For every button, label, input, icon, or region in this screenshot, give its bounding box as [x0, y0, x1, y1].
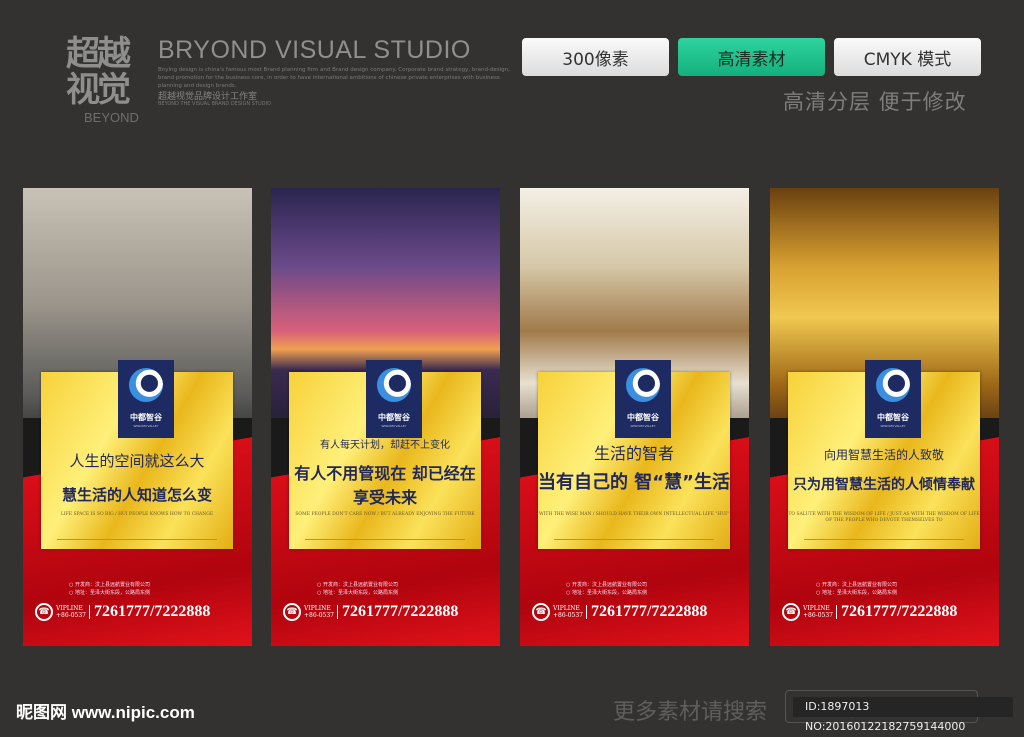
- vipline-label: VIPLINE +86-0537: [56, 605, 90, 619]
- poster-subhead: 当有自己的 智“慧”生活: [538, 472, 730, 493]
- poster-card[interactable]: 中都智谷 WISDOM VALLEY 有人每天计划，却赶不上变化 有人不用管现在…: [271, 188, 500, 646]
- poster-english: WITH THE WISE MAN / SHOULD HAVE THEIR OW…: [539, 512, 729, 517]
- brand-emblem-icon: [129, 368, 163, 402]
- vip-hotline: ☎ VIPLINE +86-0537 7261777/7222888: [532, 603, 707, 621]
- badge-cmyk[interactable]: CMYK 模式: [834, 38, 981, 76]
- phone-icon: ☎: [283, 603, 301, 621]
- poster-headline: 生活的智者: [593, 444, 674, 463]
- developer-line: ○ 开发商：汶上县远航置业有限公司: [69, 582, 150, 588]
- studio-description: Bnying design is china's famous most Bra…: [158, 67, 510, 89]
- brand-name-en: WISDOM VALLEY: [630, 424, 656, 428]
- brand-name: 中都智谷: [130, 413, 162, 422]
- brand-name: 中都智谷: [627, 413, 659, 422]
- brand-emblem-icon: [377, 368, 411, 402]
- brand-name-en: WISDOM VALLEY: [880, 424, 906, 428]
- divider: [554, 539, 714, 540]
- poster-english: SOME PEOPLE DON'T CARE NOW / BUT ALREADY…: [295, 512, 475, 517]
- poster-subhead: 有人不用管现在 却已经在享受未来: [294, 464, 476, 507]
- vip-hotline: ☎ VIPLINE +86-0537 7261777/7222888: [283, 603, 458, 621]
- poster-english: LIFE SPACE IS SO BIG / HUI PEOPLE KNOWS …: [60, 512, 214, 517]
- developer-line: ○ 开发商：汶上县远航置业有限公司: [816, 582, 897, 588]
- brand-name-en: WISDOM VALLEY: [133, 424, 159, 428]
- developer-info: ○ 开发商：汶上县远航置业有限公司 ○ 地址：圣泽大街东段，公路局东侧: [566, 581, 647, 597]
- area-code: +86-0537: [56, 612, 86, 619]
- poster-card[interactable]: 中都智谷 WISDOM VALLEY 人生的空间就这么大 慧生活的人知道怎么变 …: [23, 188, 252, 646]
- brand-name: 中都智谷: [378, 413, 410, 422]
- logo-chinese: 超越视觉: [66, 34, 131, 110]
- vipline-label: VIPLINE +86-0537: [553, 605, 587, 619]
- vipline-text: VIPLINE: [553, 605, 580, 612]
- phone-icon: ☎: [532, 603, 550, 621]
- address-line: ○ 地址：圣泽大街东段，公路局东侧: [816, 590, 897, 596]
- badge-300dpi[interactable]: 300像素: [522, 38, 669, 76]
- brand-logo: 中都智谷 WISDOM VALLEY: [615, 360, 671, 438]
- brand-name-en: WISDOM VALLEY: [381, 424, 407, 428]
- phone-icon: ☎: [35, 603, 53, 621]
- address-line: ○ 地址：圣泽大街东段，公路局东侧: [566, 590, 647, 596]
- poster-headline: 向用智慧生活的人致敬: [823, 448, 944, 462]
- brand-logo: 中都智谷 WISDOM VALLEY: [118, 360, 174, 438]
- phone-number: 7261777/7222888: [341, 603, 459, 620]
- brand-name: 中都智谷: [877, 413, 909, 422]
- developer-info: ○ 开发商：汶上县远航置业有限公司 ○ 地址：圣泽大街东段，公路局东侧: [69, 581, 150, 597]
- phone-icon: ☎: [782, 603, 800, 621]
- area-code: +86-0537: [553, 612, 583, 619]
- vipline-label: VIPLINE +86-0537: [803, 605, 837, 619]
- phone-number: 7261777/7222888: [93, 603, 211, 620]
- brand-emblem-icon: [626, 368, 660, 402]
- nipic-watermark: 昵图网 www.nipic.com: [16, 703, 195, 722]
- phone-number: 7261777/7222888: [840, 603, 958, 620]
- phone-number: 7261777/7222888: [590, 603, 708, 620]
- logo-english: BEYOND: [84, 110, 139, 125]
- image-id-tag: ID:1897013 NO:20160122182759144000: [793, 697, 1013, 733]
- address-line: ○ 地址：圣泽大街东段，公路局东侧: [317, 590, 398, 596]
- divider: [305, 539, 465, 540]
- poster-english: TO SALUTE WITH THE WISDOM OF LIFE / JUST…: [788, 512, 980, 523]
- tagline: 高清分层 便于修改: [783, 90, 967, 114]
- vip-hotline: ☎ VIPLINE +86-0537 7261777/7222888: [35, 603, 210, 621]
- divider: [804, 539, 964, 540]
- developer-info: ○ 开发商：汶上县远航置业有限公司 ○ 地址：圣泽大街东段，公路局东侧: [816, 581, 897, 597]
- badge-hd[interactable]: 高清素材: [678, 38, 825, 76]
- poster-card[interactable]: 中都智谷 WISDOM VALLEY 向用智慧生活的人致敬 只为用智慧生活的人倾…: [770, 188, 999, 646]
- studio-name: BRYOND VISUAL STUDIO: [158, 36, 471, 64]
- poster-subhead: 只为用智慧生活的人倾情奉献: [793, 477, 975, 493]
- poster-headline: 有人每天计划，却赶不上变化: [320, 440, 450, 451]
- poster-headline: 人生的空间就这么大: [69, 452, 205, 470]
- divider: [57, 539, 217, 540]
- developer-info: ○ 开发商：汶上县远航置业有限公司 ○ 地址：圣泽大街东段，公路局东侧: [317, 581, 398, 597]
- developer-line: ○ 开发商：汶上县远航置业有限公司: [317, 582, 398, 588]
- vipline-text: VIPLINE: [56, 605, 83, 612]
- vipline-text: VIPLINE: [304, 605, 331, 612]
- area-code: +86-0537: [304, 612, 334, 619]
- address-line: ○ 地址：圣泽大街东段，公路局东侧: [69, 590, 150, 596]
- poster-subhead: 慧生活的人知道怎么变: [61, 486, 212, 504]
- poster-card[interactable]: 中都智谷 WISDOM VALLEY 生活的智者 当有自己的 智“慧”生活 WI…: [520, 188, 749, 646]
- vipline-text: VIPLINE: [803, 605, 830, 612]
- studio-name-en: BEYOND THE VISUAL BRAND DESIGN STUDIO: [158, 101, 271, 107]
- vipline-label: VIPLINE +86-0537: [304, 605, 338, 619]
- brand-logo: 中都智谷 WISDOM VALLEY: [865, 360, 921, 438]
- vip-hotline: ☎ VIPLINE +86-0537 7261777/7222888: [782, 603, 957, 621]
- developer-line: ○ 开发商：汶上县远航置业有限公司: [566, 582, 647, 588]
- brand-emblem-icon: [876, 368, 910, 402]
- brand-logo: 中都智谷 WISDOM VALLEY: [366, 360, 422, 438]
- more-materials-label: 更多素材请搜索: [613, 700, 768, 725]
- area-code: +86-0537: [803, 612, 833, 619]
